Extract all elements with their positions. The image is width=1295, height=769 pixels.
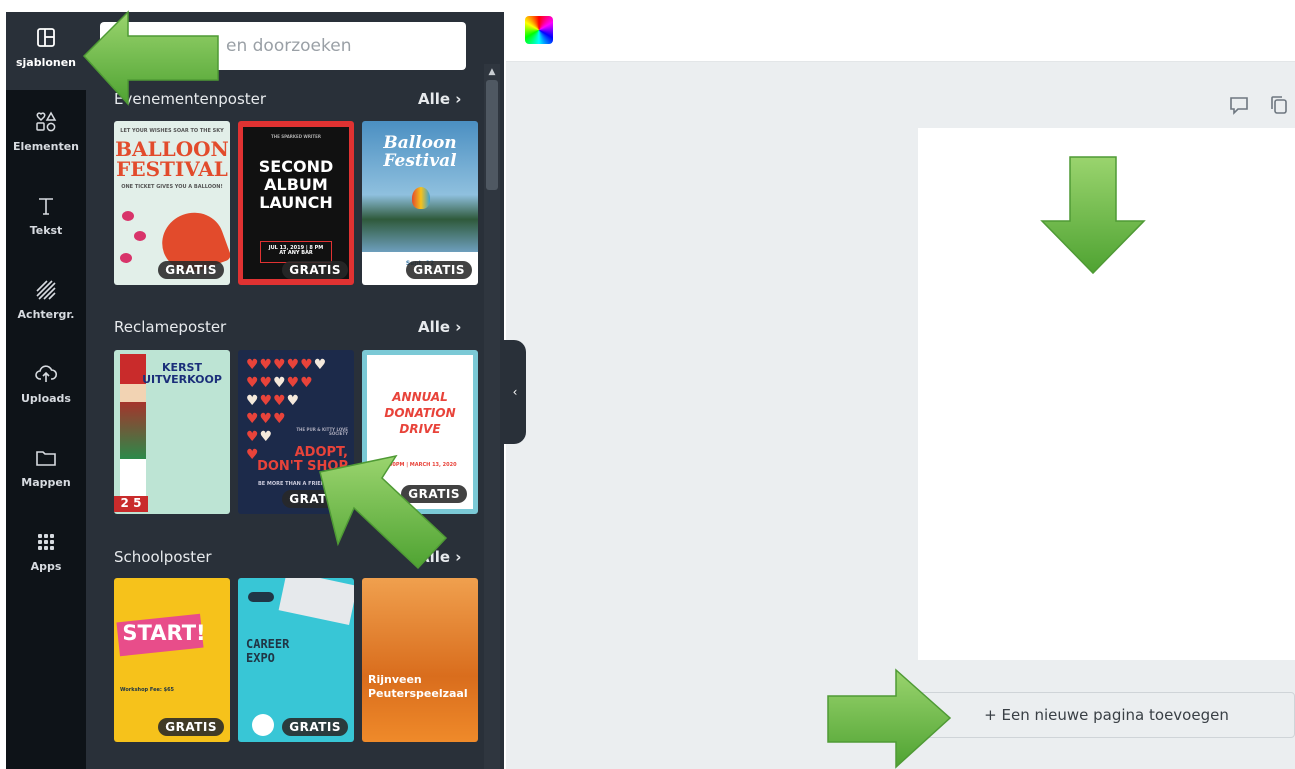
poster-title-line: Peuterspeelzaal [368, 687, 468, 700]
free-badge: GRATIS [406, 261, 472, 279]
annotation-arrow-up-left [319, 454, 448, 570]
sidebar-rail: sjablonen Elementen Tekst Achtergr. Uplo… [6, 12, 86, 769]
poster-title-line: DRIVE [399, 422, 441, 436]
template-thumbnail[interactable]: Rijnveen Peuterspeelzaal [362, 578, 478, 742]
annotation-arrow-down [1040, 156, 1146, 275]
panel-scrollbar[interactable]: ▲ [484, 64, 500, 769]
poster-title-line: UITVERKOOP [142, 373, 222, 386]
scrollbar-thumb[interactable] [486, 80, 498, 190]
section-all-link-advertising[interactable]: Alle › [418, 318, 461, 336]
template-thumbnail[interactable]: Balloon Festival Sept. 12 GRATIS [362, 121, 478, 285]
template-thumbnail[interactable]: CAREER EXPO GRATIS [238, 578, 354, 742]
coffee-cup-image [252, 714, 274, 736]
flower-icon [134, 231, 146, 241]
date-box: JUL 13, 2019 | 8 PM AT ANY BAR [260, 241, 332, 263]
annotation-arrow-right [827, 668, 952, 769]
templates-panel: en doorzoeken ▲ Evenementenposter Alle ›… [86, 12, 504, 769]
poster-title-line: LAUNCH [259, 193, 333, 212]
poster-title-line: FESTIVAL [116, 157, 228, 181]
sidebar-item-apps[interactable]: Apps [6, 516, 86, 594]
sidebar-item-label: Tekst [29, 224, 63, 237]
poster-subline: JUL 13, 2019 | 8 PM AT ANY BAR [268, 245, 324, 257]
sidebar-item-label: Uploads [21, 392, 71, 405]
poster-title-line: SECOND [258, 157, 334, 176]
poster-title-line: START! [122, 621, 206, 645]
poster-title-line: Festival [383, 151, 457, 171]
sidebar-item-templates[interactable]: sjablonen [6, 12, 86, 90]
hot-air-balloon-icon [412, 187, 430, 209]
sidebar-item-label: Elementen [12, 140, 80, 153]
sidebar-item-background[interactable]: Achtergr. [6, 264, 86, 342]
poster-title-line: EXPO [246, 651, 275, 665]
duplicate-page-icon[interactable] [1268, 94, 1290, 116]
background-stripes-icon [34, 278, 58, 302]
poster-title-line: Rijnveen [368, 673, 422, 686]
editor-topbar [506, 0, 1295, 62]
sidebar-item-label: Apps [30, 560, 62, 573]
poster-topline: THE PUR & KITTY LOVE SOCIETY [296, 427, 348, 437]
shapes-icon [34, 110, 58, 134]
poster-subline: ONE TICKET GIVES YOU A BALLOON! [121, 184, 223, 190]
free-badge: GRATIS [282, 718, 348, 736]
flower-icon [122, 211, 134, 221]
section-all-link-events[interactable]: Alle › [418, 90, 461, 108]
template-thumbnail[interactable]: KERST UITVERKOOP 2 5 [114, 350, 230, 514]
sidebar-item-label: Achtergr. [17, 308, 75, 321]
add-page-button[interactable]: + Een nieuwe pagina toevoegen [918, 692, 1295, 738]
sidebar-item-label: sjablonen [15, 56, 77, 69]
sidebar-item-text[interactable]: Tekst [6, 180, 86, 258]
folder-icon [34, 446, 58, 470]
section-title-advertising: Reclameposter [114, 318, 227, 336]
poster-topline: LET YOUR WISHES SOAR TO THE SKY [120, 128, 224, 134]
poster-subline: Workshop Fee: $65 [120, 687, 175, 693]
sidebar-item-folders[interactable]: Mappen [6, 432, 86, 510]
color-palette-icon[interactable] [525, 16, 553, 44]
sidebar-item-elements[interactable]: Elementen [6, 96, 86, 174]
sidebar-item-uploads[interactable]: Uploads [6, 348, 86, 426]
glasses-image [248, 592, 274, 602]
section-title-school: Schoolposter [114, 548, 212, 566]
template-thumbnail[interactable]: THE SPARKED WRITER SECOND ALBUM LAUNCH J… [238, 121, 354, 285]
template-thumbnail[interactable]: LET YOUR WISHES SOAR TO THE SKY BALLOON … [114, 121, 230, 285]
collapse-panel-button[interactable]: ‹ [504, 340, 526, 444]
poster-title-line: ANNUAL [392, 390, 448, 404]
template-thumbnail[interactable]: START! Workshop Fee: $65 GRATIS [114, 578, 230, 742]
free-badge: GRATIS [158, 718, 224, 736]
annotation-arrow-left [82, 10, 219, 106]
poster-title-line: KERST [162, 361, 202, 374]
laptop-image [278, 578, 354, 626]
scroll-up-icon[interactable]: ▲ [486, 66, 498, 78]
app-window: + Een nieuwe pagina toevoegen sjablonen … [0, 0, 1295, 769]
cloud-upload-icon [34, 362, 58, 386]
poster-title-line: ALBUM [264, 175, 328, 194]
sidebar-item-label: Mappen [21, 476, 71, 489]
poster-topline: THE SPARKED WRITER [271, 134, 321, 139]
free-badge: GRATIS [158, 261, 224, 279]
template-layout-icon [34, 26, 58, 50]
apps-grid-icon [34, 530, 58, 554]
free-badge: GRATIS [282, 261, 348, 279]
poster-title-line: DONATION [384, 406, 456, 420]
flower-icon [120, 253, 132, 263]
comment-icon[interactable] [1228, 94, 1250, 116]
poster-title-line: CAREER [246, 637, 290, 651]
date-number: 2 5 [114, 496, 148, 512]
text-t-icon [34, 194, 58, 218]
